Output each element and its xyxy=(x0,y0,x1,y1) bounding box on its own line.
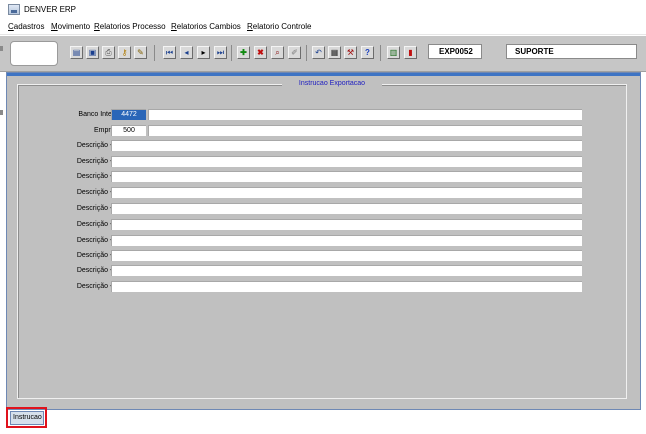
tools-icon[interactable]: ⚒ xyxy=(344,46,357,59)
banco-interno-field[interactable]: 4472 xyxy=(111,109,146,120)
calculator-icon[interactable]: ▥ xyxy=(387,46,400,59)
empresa-label: Empresa xyxy=(93,127,122,134)
descricao-06-field[interactable] xyxy=(111,219,582,230)
descricao-04-label: Descrição - 04 xyxy=(76,189,122,196)
menu-relatorio-controle[interactable]: Relatorio Controle xyxy=(247,22,311,31)
descricao-03-field[interactable] xyxy=(111,171,582,182)
delete-record-icon[interactable]: ✖ xyxy=(254,46,267,59)
menu-cadastros[interactable]: Cadastros xyxy=(8,22,44,31)
descricao-07-field[interactable] xyxy=(111,235,582,246)
print-preview-icon[interactable]: ▣ xyxy=(86,46,99,59)
window-title: DENVER ERP xyxy=(24,5,77,14)
key-icon[interactable]: ⚷ xyxy=(118,46,131,59)
descricao-02-field[interactable] xyxy=(111,156,582,167)
descricao-06-label: Descrição - 06 xyxy=(76,221,122,228)
menu-relatorios-processo[interactable]: Relatorios Processo xyxy=(94,22,166,31)
banco-interno-label: Banco Interno xyxy=(78,111,122,118)
empresa-name-field[interactable] xyxy=(148,125,582,136)
descricao-09-field[interactable] xyxy=(111,265,582,276)
descricao-08-label: Descrição - 08 xyxy=(76,252,122,259)
edge-mark xyxy=(0,46,3,51)
tab-highlight-box xyxy=(6,407,47,428)
descricao-08-field[interactable] xyxy=(111,250,582,261)
menu-bar: Cadastros Movimento Relatorios Processo … xyxy=(0,20,646,35)
query-icon[interactable]: ⌕ xyxy=(271,46,284,59)
module-code-field: EXP0052 xyxy=(428,44,482,59)
undo-icon[interactable]: ↶ xyxy=(312,46,325,59)
window-title-strip xyxy=(7,73,640,76)
menu-movimento[interactable]: Movimento xyxy=(51,22,90,31)
logo-box xyxy=(10,41,58,66)
calendar-icon[interactable]: ▦ xyxy=(328,46,341,59)
title-bar: DENVER ERP xyxy=(0,0,646,20)
descricao-04-field[interactable] xyxy=(111,187,582,198)
descricao-02-label: Descrição - 02 xyxy=(76,158,122,165)
help-icon[interactable]: ? xyxy=(361,46,374,59)
app-icon xyxy=(8,4,20,15)
print-icon[interactable]: ⎙ xyxy=(102,46,115,59)
descricao-07-label: Descrição - 07 xyxy=(76,237,122,244)
descricao-10-field[interactable] xyxy=(111,281,582,292)
descricao-05-field[interactable] xyxy=(111,203,582,214)
previous-record-icon[interactable]: ◂ xyxy=(180,46,193,59)
descricao-01-field[interactable] xyxy=(111,140,582,151)
descricao-01-label: Descrição - 01 xyxy=(76,142,122,149)
menu-relatorios-cambios[interactable]: Relatorios Cambios xyxy=(171,22,241,31)
banco-interno-name-field[interactable] xyxy=(148,109,582,120)
user-field: SUPORTE xyxy=(506,44,637,59)
edit-icon[interactable]: ✎ xyxy=(134,46,147,59)
first-record-icon[interactable]: ⏮ xyxy=(163,46,176,59)
descricao-10-label: Descrição - 10 xyxy=(76,283,122,290)
save-icon[interactable]: ▤ xyxy=(70,46,83,59)
insert-record-icon[interactable]: ✚ xyxy=(237,46,250,59)
empresa-field[interactable]: 500 xyxy=(111,125,146,136)
descricao-03-label: Descrição - 03 xyxy=(76,173,122,180)
panel-title: Instrucao Exportacao xyxy=(282,79,382,89)
edge-mark xyxy=(0,110,3,115)
descricao-09-label: Descrição - 09 xyxy=(76,267,122,274)
last-record-icon[interactable]: ⏭ xyxy=(214,46,227,59)
clear-icon[interactable]: ✐ xyxy=(288,46,301,59)
next-record-icon[interactable]: ▸ xyxy=(197,46,210,59)
exit-icon[interactable]: ▮ xyxy=(404,46,417,59)
descricao-05-label: Descrição - 05 xyxy=(76,205,122,212)
